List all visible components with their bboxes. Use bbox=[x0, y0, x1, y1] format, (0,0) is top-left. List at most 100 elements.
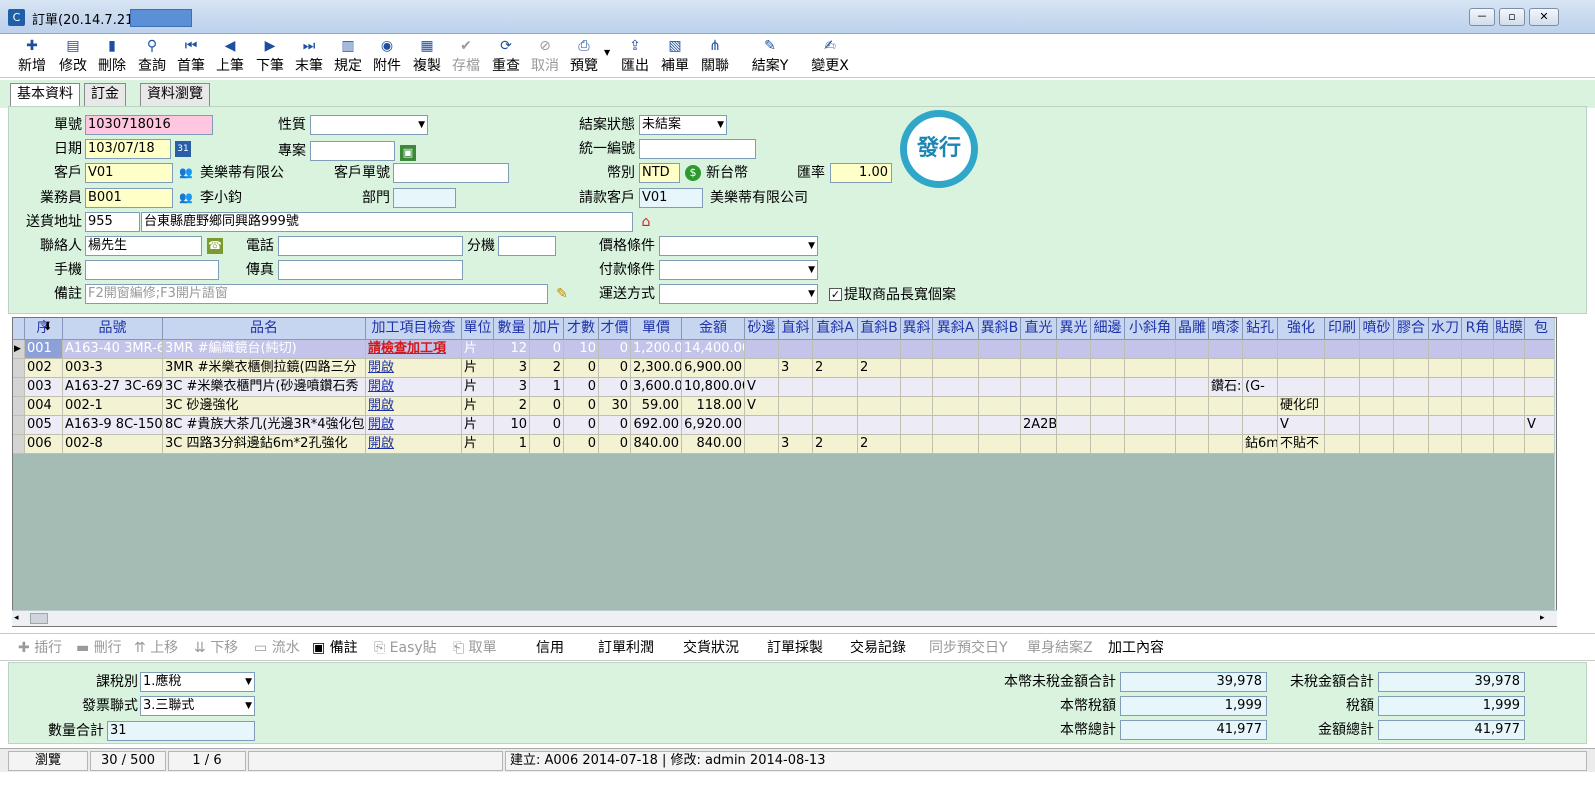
price-terms-select[interactable] bbox=[659, 236, 818, 256]
grid-toolbar-button[interactable]: ✚ 插行 bbox=[18, 639, 62, 657]
grid-cell[interactable] bbox=[979, 359, 1021, 378]
grid-cell[interactable] bbox=[933, 359, 979, 378]
grid-cell[interactable] bbox=[779, 416, 813, 435]
grid-cell[interactable] bbox=[858, 340, 901, 359]
column-header[interactable]: 貼膜 bbox=[1494, 318, 1525, 340]
scroll-thumb[interactable] bbox=[30, 613, 48, 624]
row-indicator[interactable] bbox=[13, 359, 25, 378]
grid-cell[interactable] bbox=[979, 435, 1021, 454]
table-row[interactable]: 005A163-9 8C-1500-8C #貴族大茶几(光邊3R*4強化包開啟片… bbox=[13, 416, 1556, 435]
grid-cell[interactable]: 002-1 bbox=[63, 397, 163, 416]
grid-cell[interactable] bbox=[1462, 359, 1494, 378]
grid-cell[interactable]: 鉆6m bbox=[1243, 435, 1278, 454]
grid-cell[interactable] bbox=[1494, 340, 1525, 359]
grid-vertical-scrollbar[interactable]: ▴▾ bbox=[1554, 318, 1556, 626]
grid-cell[interactable] bbox=[1243, 416, 1278, 435]
cancel-button[interactable]: ⊘ 取消 bbox=[528, 36, 562, 76]
grid-cell[interactable] bbox=[1176, 340, 1209, 359]
column-header[interactable]: 水刀 bbox=[1429, 318, 1462, 340]
add-button[interactable]: ✚ 新增 bbox=[16, 36, 48, 76]
grid-cell[interactable] bbox=[1021, 435, 1057, 454]
grid-toolbar-button[interactable]: ▬ 刪行 bbox=[76, 639, 122, 657]
grid-cell[interactable]: 003 bbox=[25, 378, 63, 397]
grid-cell[interactable]: 2 bbox=[494, 397, 530, 416]
row-indicator[interactable] bbox=[13, 378, 25, 397]
home-icon[interactable]: ⌂ bbox=[638, 214, 654, 230]
grid-cell[interactable] bbox=[1021, 340, 1057, 359]
grid-cell[interactable]: 10,800.00 bbox=[682, 378, 745, 397]
column-header[interactable]: 異斜B bbox=[979, 318, 1021, 340]
grid-cell[interactable] bbox=[901, 397, 933, 416]
grid-cell[interactable]: V bbox=[1278, 416, 1325, 435]
grid-cell[interactable] bbox=[1360, 340, 1394, 359]
address-field[interactable]: 台東縣鹿野鄉同興路999號 bbox=[141, 212, 633, 232]
grid-cell[interactable] bbox=[1394, 397, 1429, 416]
grid-cell[interactable]: 3 bbox=[494, 378, 530, 397]
minimize-button[interactable]: － bbox=[1469, 8, 1495, 26]
grid-cell[interactable]: 1 bbox=[530, 378, 564, 397]
grid-cell[interactable]: 片 bbox=[462, 416, 494, 435]
grid-cell[interactable]: V bbox=[1525, 416, 1556, 435]
grid-toolbar-button[interactable]: ▣ 備註 bbox=[312, 639, 358, 657]
grid-cell[interactable] bbox=[1494, 378, 1525, 397]
grid-cell[interactable] bbox=[1278, 340, 1325, 359]
grid-cell[interactable]: 開啟 bbox=[366, 397, 462, 416]
grid-cell[interactable] bbox=[1125, 416, 1176, 435]
grid-cell[interactable]: 0 bbox=[599, 340, 631, 359]
grid-cell[interactable] bbox=[1462, 378, 1494, 397]
grid-cell[interactable] bbox=[1209, 397, 1243, 416]
grid-cell[interactable]: 片 bbox=[462, 397, 494, 416]
grid-cell[interactable]: 0 bbox=[599, 416, 631, 435]
grid-cell[interactable]: 3,600.00 bbox=[631, 378, 682, 397]
grid-cell[interactable] bbox=[1176, 378, 1209, 397]
grid-cell[interactable]: 005 bbox=[25, 416, 63, 435]
grid-cell[interactable]: 0 bbox=[599, 378, 631, 397]
edit-remark-icon[interactable]: ✎ bbox=[554, 286, 570, 302]
grid-toolbar-button[interactable]: 信用 bbox=[536, 639, 564, 657]
grid-cell[interactable] bbox=[1360, 359, 1394, 378]
close-status-select[interactable]: 未結案 bbox=[639, 115, 727, 135]
grid-cell[interactable] bbox=[1091, 378, 1125, 397]
grid-cell[interactable] bbox=[1057, 397, 1091, 416]
grid-cell[interactable]: A163-27 3C-690- bbox=[63, 378, 163, 397]
table-row[interactable]: 002003-33MR #米樂衣櫃側拉鏡(四路三分開啟片32002,300.00… bbox=[13, 359, 1556, 378]
grid-cell[interactable] bbox=[745, 359, 779, 378]
remark-field[interactable]: F2開窗編修;F3開片語窗 bbox=[85, 284, 548, 304]
grid-cell[interactable]: 6,920.00 bbox=[682, 416, 745, 435]
delete-button[interactable]: ▮ 刪除 bbox=[96, 36, 128, 76]
tab-data-browse[interactable]: 資料瀏覽 bbox=[140, 83, 210, 106]
grid-cell[interactable] bbox=[1057, 359, 1091, 378]
grid-cell[interactable]: 2 bbox=[858, 359, 901, 378]
row-indicator[interactable]: ▶ bbox=[13, 340, 25, 359]
order-no-field[interactable]: 1030718016 bbox=[85, 115, 213, 135]
column-header[interactable]: 小斜角 bbox=[1125, 318, 1176, 340]
grid-cell[interactable] bbox=[1462, 416, 1494, 435]
grid-cell[interactable] bbox=[1325, 359, 1360, 378]
first-button[interactable]: ⏮ 首筆 bbox=[174, 36, 208, 76]
rules-button[interactable]: ▥ 規定 bbox=[331, 36, 365, 76]
recheck-button[interactable]: ⟳ 重查 bbox=[489, 36, 523, 76]
invoice-select[interactable]: 3.三聯式 bbox=[140, 696, 255, 716]
grid-cell[interactable]: 0 bbox=[530, 416, 564, 435]
grid-cell[interactable]: 0 bbox=[530, 340, 564, 359]
scroll-left-icon[interactable]: ◂ bbox=[14, 612, 26, 625]
table-row[interactable]: 004 002-1 3C 砂邊強化 開啟片 2 0 0 30 59.00 118.00 V 硬化印 bbox=[13, 397, 1556, 416]
grid-cell[interactable] bbox=[979, 340, 1021, 359]
grid-toolbar-button[interactable]: 交貨狀況 bbox=[683, 639, 739, 657]
grid-cell[interactable]: 118.00 bbox=[682, 397, 745, 416]
phone-field[interactable] bbox=[278, 236, 463, 256]
grid-cell[interactable]: 2 bbox=[813, 359, 858, 378]
grid-cell[interactable] bbox=[1494, 416, 1525, 435]
grid-cell[interactable]: 8C #貴族大茶几(光邊3R*4強化包 bbox=[163, 416, 366, 435]
grid-cell[interactable] bbox=[1325, 340, 1360, 359]
grid-cell[interactable]: 開啟 bbox=[366, 416, 462, 435]
column-header[interactable]: 直斜B bbox=[858, 318, 901, 340]
grid-cell[interactable] bbox=[1325, 435, 1360, 454]
grid-cell[interactable] bbox=[933, 340, 979, 359]
grid-cell[interactable]: 002-8 bbox=[63, 435, 163, 454]
grid-cell[interactable] bbox=[1525, 397, 1556, 416]
rate-field[interactable]: 1.00 bbox=[830, 163, 892, 183]
address-code-field[interactable]: 955 bbox=[85, 212, 140, 232]
grid-cell[interactable]: 2 bbox=[530, 359, 564, 378]
grid-cell[interactable] bbox=[1057, 378, 1091, 397]
